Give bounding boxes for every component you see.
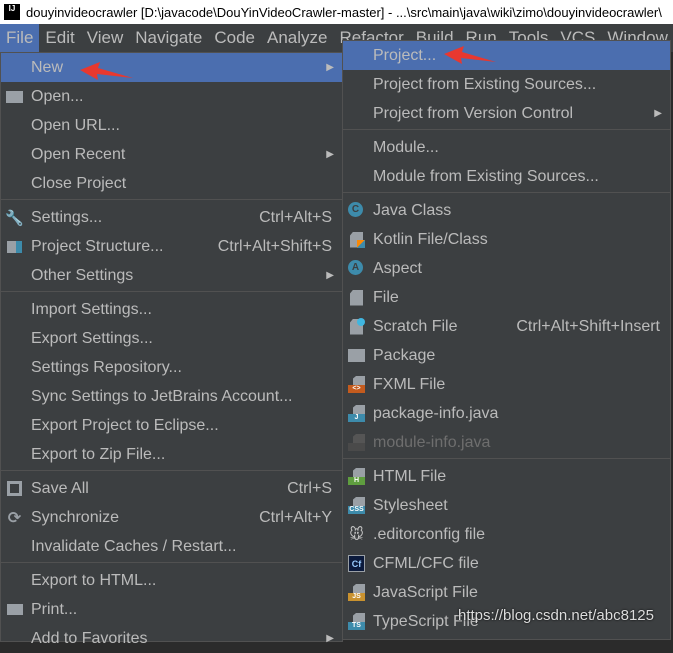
red-arrow-project	[444, 46, 496, 64]
annotation-arrows	[80, 46, 496, 80]
red-arrow-new	[80, 62, 133, 80]
